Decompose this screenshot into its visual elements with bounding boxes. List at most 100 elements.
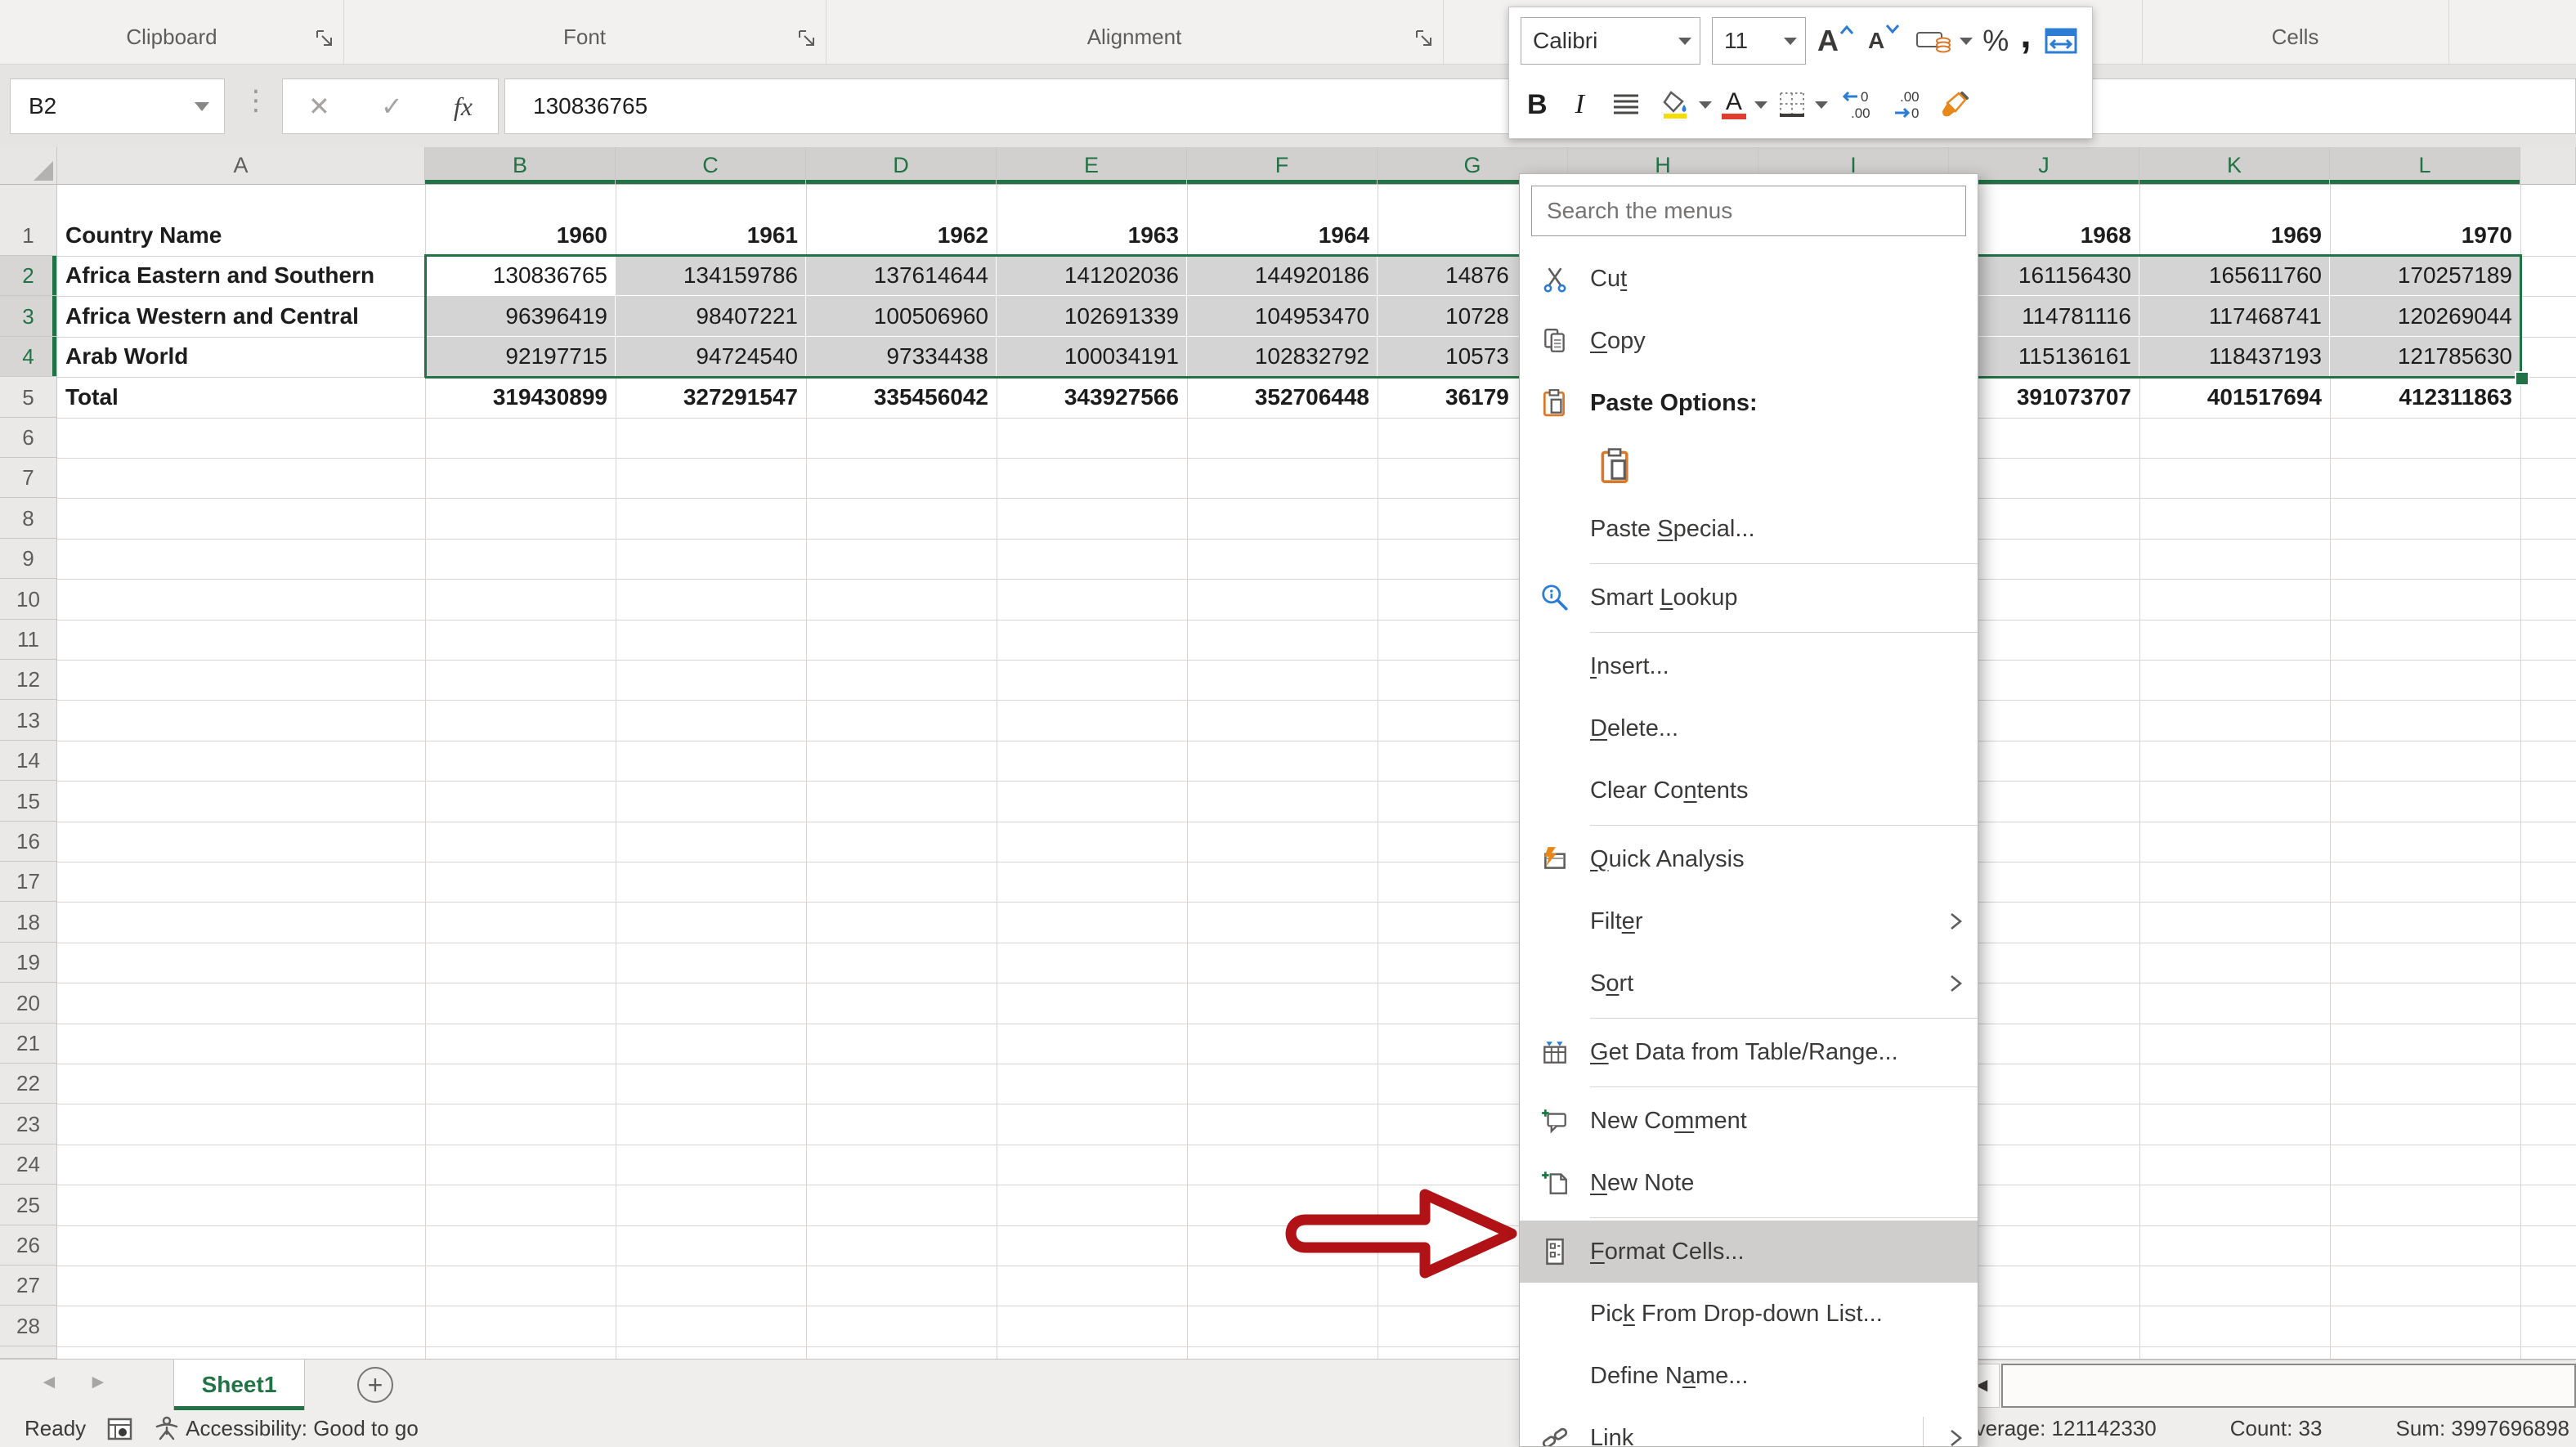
row-header-13[interactable]: 13 [0, 700, 57, 740]
cell-F1[interactable]: 1964 [1187, 185, 1378, 256]
row-header-16[interactable]: 16 [0, 822, 57, 862]
cell-E5[interactable]: 343927566 [997, 377, 1187, 417]
cell-L2[interactable]: 170257189 [2330, 256, 2520, 296]
row-header-14[interactable]: 14 [0, 741, 57, 781]
row-header-3[interactable]: 3 [0, 296, 57, 336]
percent-style-icon[interactable]: % [1982, 24, 2009, 58]
fill-handle[interactable] [2515, 371, 2529, 386]
format-painter-icon[interactable] [1939, 90, 1970, 119]
menu-item-quick-analysis[interactable]: Quick Analysis [1520, 828, 1978, 890]
macro-record-icon[interactable] [107, 1417, 133, 1441]
accessibility-icon[interactable] [155, 1416, 179, 1442]
cell-L3[interactable]: 120269044 [2330, 296, 2520, 336]
borders-icon[interactable] [1777, 90, 1836, 119]
row-header-2[interactable]: 2 [0, 256, 57, 296]
row-header-15[interactable]: 15 [0, 781, 57, 821]
sheet-tab[interactable]: Sheet1 [173, 1360, 305, 1410]
menu-item-link[interactable]: Link [1520, 1407, 1978, 1447]
cell-B5[interactable]: 319430899 [425, 377, 616, 417]
row-header-1[interactable]: 1 [0, 185, 57, 256]
chevron-right-icon[interactable] [1945, 971, 1966, 996]
cell-A2[interactable]: Africa Eastern and Southern [57, 256, 425, 296]
row-header-10[interactable]: 10 [0, 579, 57, 619]
menu-item-new-note[interactable]: New Note [1520, 1152, 1978, 1214]
cell-D5[interactable]: 335456042 [806, 377, 997, 417]
column-header-B[interactable]: B [425, 147, 616, 185]
cell-F5[interactable]: 352706448 [1187, 377, 1378, 417]
fill-color-icon[interactable] [1661, 90, 1720, 119]
cell-E1[interactable]: 1963 [997, 185, 1187, 256]
chevron-down-icon[interactable] [1960, 38, 1973, 45]
chevron-down-icon[interactable] [1699, 101, 1712, 109]
column-header-C[interactable]: C [616, 147, 806, 185]
cell-A1[interactable]: Country Name [57, 185, 425, 256]
cell-F3[interactable]: 104953470 [1187, 296, 1378, 336]
select-all-button[interactable] [0, 147, 57, 185]
chevron-down-icon[interactable] [1678, 38, 1691, 45]
bold-icon[interactable]: B [1527, 89, 1548, 121]
row-header-5[interactable]: 5 [0, 377, 57, 417]
row-header-18[interactable]: 18 [0, 902, 57, 942]
cell-K1[interactable]: 1969 [2139, 185, 2330, 256]
cell-A4[interactable]: Arab World [57, 337, 425, 377]
menu-item-sort[interactable]: Sort [1520, 952, 1978, 1015]
column-header-L[interactable]: L [2330, 147, 2520, 185]
row-header-24[interactable]: 24 [0, 1145, 57, 1185]
column-header-partial[interactable] [2520, 147, 2576, 185]
cell-K5[interactable]: 401517694 [2139, 377, 2330, 417]
cell-C5[interactable]: 327291547 [616, 377, 806, 417]
cell-D2[interactable]: 137614644 [806, 256, 997, 296]
menu-item-pick-from-drop-down-list[interactable]: Pick From Drop-down List... [1520, 1283, 1978, 1345]
decrease-decimal-icon[interactable]: .00 0 [1890, 88, 1933, 121]
row-header-4[interactable]: 4 [0, 337, 57, 377]
align-center-icon[interactable] [1612, 93, 1640, 116]
cell-A5[interactable]: Total [57, 377, 425, 417]
row-header-25[interactable]: 25 [0, 1185, 57, 1225]
increase-decimal-icon[interactable]: 0 .00 [1839, 88, 1882, 121]
italic-icon[interactable]: I [1575, 89, 1584, 120]
font-color-icon[interactable]: A [1722, 91, 1776, 119]
row-header-partial[interactable] [0, 1346, 57, 1359]
cell-C1[interactable]: 1961 [616, 185, 806, 256]
cell-K4[interactable]: 118437193 [2139, 337, 2330, 377]
cell-F4[interactable]: 102832792 [1187, 337, 1378, 377]
menu-item-new-comment[interactable]: New Comment [1520, 1090, 1978, 1152]
cell-E3[interactable]: 102691339 [997, 296, 1187, 336]
cell-B2[interactable]: 130836765 [425, 256, 616, 296]
row-header-6[interactable]: 6 [0, 418, 57, 458]
font-size-select[interactable]: 11 [1712, 17, 1806, 65]
cell-B3[interactable]: 96396419 [425, 296, 616, 336]
cell-K3[interactable]: 117468741 [2139, 296, 2330, 336]
menu-item-copy[interactable]: Copy [1520, 310, 1978, 372]
row-header-12[interactable]: 12 [0, 660, 57, 700]
menu-item-format-cells[interactable]: Format Cells... [1520, 1221, 1978, 1283]
decrease-font-size-icon[interactable]: A [1868, 28, 1901, 54]
comma-style-icon[interactable]: , [2020, 38, 2031, 43]
chevron-right-icon[interactable] [1945, 1426, 1966, 1447]
cell-E4[interactable]: 100034191 [997, 337, 1187, 377]
cell-K2[interactable]: 165611760 [2139, 256, 2330, 296]
menu-item-delete[interactable]: Delete... [1520, 697, 1978, 759]
menu-item-smart-lookup[interactable]: Smart Lookup [1520, 567, 1978, 629]
row-header-11[interactable]: 11 [0, 620, 57, 660]
row-header-19[interactable]: 19 [0, 943, 57, 983]
chevron-down-icon[interactable] [1784, 38, 1797, 45]
cell-F2[interactable]: 144920186 [1187, 256, 1378, 296]
menu-item-filter[interactable]: Filter [1520, 890, 1978, 952]
menu-item-insert[interactable]: Insert... [1520, 635, 1978, 697]
prev-sheet-icon[interactable]: ◄ [39, 1371, 59, 1394]
row-header-7[interactable]: 7 [0, 458, 57, 498]
column-header-D[interactable]: D [806, 147, 997, 185]
autofit-icon[interactable] [2045, 28, 2077, 54]
menu-item-clear-contents[interactable]: Clear Contents [1520, 759, 1978, 822]
scrollbar-thumb[interactable] [2001, 1364, 2576, 1408]
chevron-right-icon[interactable] [1945, 909, 1966, 934]
row-header-28[interactable]: 28 [0, 1306, 57, 1346]
column-header-E[interactable]: E [997, 147, 1187, 185]
column-header-F[interactable]: F [1187, 147, 1378, 185]
chevron-down-icon[interactable] [1754, 101, 1767, 109]
menu-item-cut[interactable]: Cut [1520, 248, 1978, 310]
cell-L5[interactable]: 412311863 [2330, 377, 2520, 417]
cell-L1[interactable]: 1970 [2330, 185, 2520, 256]
row-header-17[interactable]: 17 [0, 862, 57, 902]
